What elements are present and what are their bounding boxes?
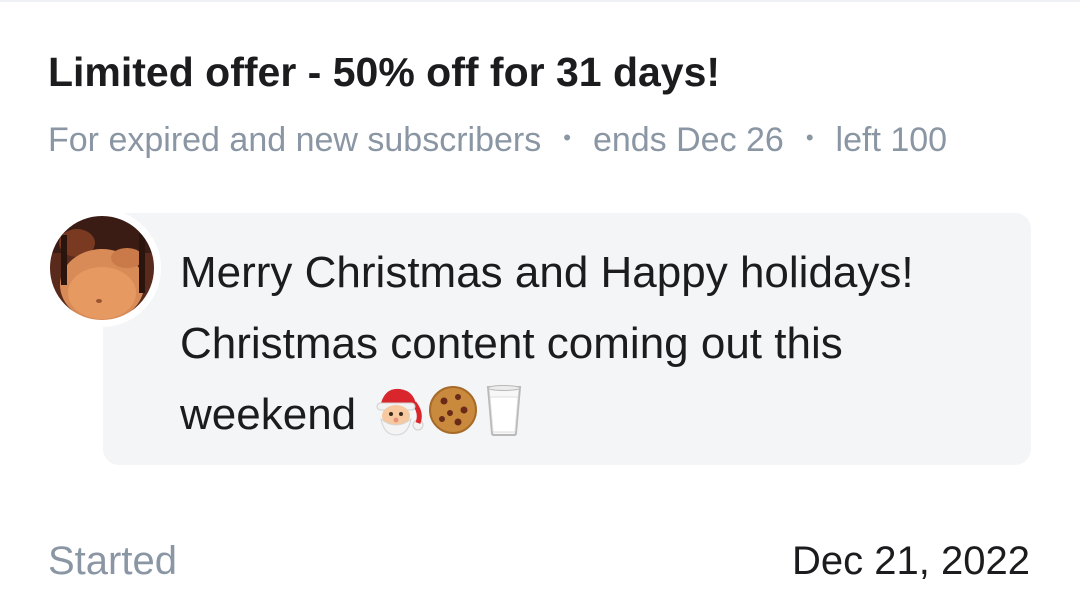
separator-dot: •	[805, 125, 814, 150]
offer-end-date: ends Dec 26	[592, 121, 784, 159]
message-text: Merry Christmas and Happy holidays! Chri…	[180, 237, 1000, 458]
offer-audience: For expired and new subscribers	[48, 121, 542, 159]
message-line: Christmas content coming out this	[180, 319, 843, 368]
offer-remaining: left 100	[835, 121, 948, 159]
offer-meta: For expired and new subscribers • ends Dec…	[48, 116, 947, 162]
avatar[interactable]	[47, 213, 157, 323]
santa-icon	[370, 383, 424, 458]
message-line: Merry Christmas and Happy holidays!	[180, 248, 914, 297]
emoji-row	[370, 383, 526, 458]
message-bubble: Merry Christmas and Happy holidays! Chri…	[103, 213, 1031, 465]
cookie-icon	[426, 383, 480, 458]
message-line-text: weekend	[180, 390, 357, 439]
offer-title: Limited offer - 50% off for 31 days!	[48, 49, 721, 95]
started-date: Dec 21, 2022	[792, 539, 1030, 583]
milk-glass-icon	[482, 383, 526, 458]
message-line: weekend	[180, 379, 1000, 458]
started-label: Started	[48, 539, 177, 583]
separator-dot: •	[563, 125, 571, 150]
top-divider	[0, 0, 1080, 2]
